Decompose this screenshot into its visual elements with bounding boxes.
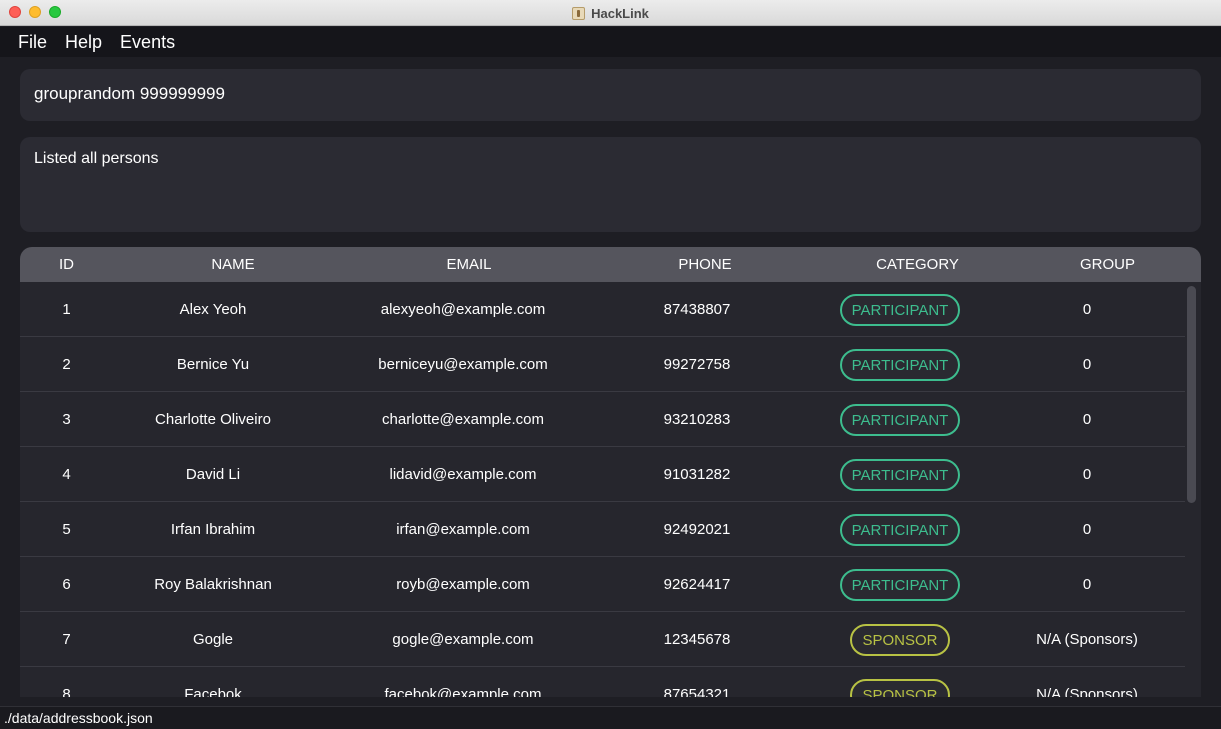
- cell-email: royb@example.com: [396, 576, 530, 593]
- category-badge: PARTICIPANT: [839, 458, 961, 491]
- app-icon: [572, 6, 586, 20]
- cell-email: facebok@example.com: [384, 686, 542, 697]
- cell-category: PARTICIPANT: [800, 282, 1000, 337]
- cell-group: 0: [1082, 576, 1092, 593]
- category-badge: PARTICIPANT: [839, 348, 961, 381]
- cell-id: 1: [62, 301, 71, 318]
- cell-id: 5: [62, 521, 71, 538]
- table-row[interactable]: 8 Facebok facebok@example.com 87654321 S…: [20, 667, 1187, 697]
- table-row[interactable]: 1 Alex Yeoh alexyeoh@example.com 8743880…: [20, 282, 1187, 337]
- cell-name: Roy Balakrishnan: [154, 576, 272, 593]
- cell-email: lidavid@example.com: [389, 466, 537, 483]
- category-badge: PARTICIPANT: [839, 293, 961, 326]
- result-display: Listed all persons: [20, 137, 1201, 232]
- command-box: [20, 69, 1201, 121]
- table-row[interactable]: 2 Bernice Yu berniceyu@example.com 99272…: [20, 337, 1187, 392]
- table-row[interactable]: 4 David Li lidavid@example.com 91031282 …: [20, 447, 1187, 502]
- cell-group: 0: [1082, 356, 1092, 373]
- cell-name: Alex Yeoh: [179, 301, 247, 318]
- column-header-category[interactable]: CATEGORY: [825, 247, 1010, 282]
- menu-help[interactable]: Help: [65, 32, 102, 53]
- cell-phone: 92492021: [663, 521, 731, 538]
- cell-group: 0: [1082, 466, 1092, 483]
- cell-email: irfan@example.com: [396, 521, 530, 538]
- cell-phone: 92624417: [663, 576, 731, 593]
- column-header-phone[interactable]: PHONE: [585, 247, 825, 282]
- result-text: Listed all persons: [34, 150, 159, 167]
- status-bar: ./data/addressbook.json: [0, 706, 1221, 729]
- cell-phone: 93210283: [663, 411, 731, 428]
- cell-phone: 99272758: [663, 356, 731, 373]
- category-badge: PARTICIPANT: [839, 403, 961, 436]
- cell-category: PARTICIPANT: [800, 392, 1000, 447]
- column-header-name[interactable]: NAME: [113, 247, 353, 282]
- cell-email: charlotte@example.com: [382, 411, 544, 428]
- cell-phone: 91031282: [663, 466, 731, 483]
- cell-id: 3: [62, 411, 71, 428]
- cell-phone: 87438807: [663, 301, 731, 318]
- cell-phone: 87654321: [663, 686, 731, 697]
- person-table: ID NAME EMAIL PHONE CATEGORY GROUP 1 Ale…: [20, 247, 1201, 697]
- cell-name: Facebok: [184, 686, 242, 697]
- cell-email: gogle@example.com: [392, 631, 534, 648]
- menu-bar: File Help Events: [0, 27, 1221, 57]
- menu-file[interactable]: File: [18, 32, 47, 53]
- table-row[interactable]: 3 Charlotte Oliveiro charlotte@example.c…: [20, 392, 1187, 447]
- table-row[interactable]: 6 Roy Balakrishnan royb@example.com 9262…: [20, 557, 1187, 612]
- cell-phone: 12345678: [663, 631, 731, 648]
- category-badge: PARTICIPANT: [839, 513, 961, 546]
- cell-email: berniceyu@example.com: [378, 356, 548, 373]
- cell-id: 7: [62, 631, 71, 648]
- menu-events[interactable]: Events: [120, 32, 175, 53]
- cell-category: SPONSOR: [800, 612, 1000, 667]
- cell-group: 0: [1082, 521, 1092, 538]
- cell-name: Charlotte Oliveiro: [155, 411, 271, 428]
- table-scrollbar[interactable]: [1185, 282, 1199, 697]
- cell-name: Irfan Ibrahim: [170, 521, 256, 538]
- title-bar: HackLink: [0, 0, 1221, 26]
- table-row[interactable]: 7 Gogle gogle@example.com 12345678 SPONS…: [20, 612, 1187, 667]
- cell-group: N/A (Sponsors): [1036, 686, 1138, 697]
- table-rows: 1 Alex Yeoh alexyeoh@example.com 8743880…: [20, 282, 1187, 697]
- cell-category: PARTICIPANT: [800, 447, 1000, 502]
- cell-group: 0: [1082, 411, 1092, 428]
- command-input[interactable]: [34, 84, 1184, 104]
- window-title: HackLink: [591, 5, 649, 21]
- cell-group: N/A (Sponsors): [1036, 631, 1138, 648]
- cell-id: 2: [62, 356, 71, 373]
- cell-category: PARTICIPANT: [800, 502, 1000, 557]
- cell-name: David Li: [185, 466, 241, 483]
- cell-category: PARTICIPANT: [800, 337, 1000, 392]
- window-title-wrap: HackLink: [0, 0, 1221, 26]
- category-badge: SPONSOR: [850, 678, 950, 697]
- category-badge: SPONSOR: [850, 623, 950, 656]
- cell-email: alexyeoh@example.com: [380, 301, 546, 318]
- column-header-id[interactable]: ID: [20, 247, 113, 282]
- cell-id: 6: [62, 576, 71, 593]
- cell-category: SPONSOR: [800, 667, 1000, 697]
- column-header-group[interactable]: GROUP: [1010, 247, 1201, 282]
- cell-name: Gogle: [192, 631, 234, 648]
- category-badge: PARTICIPANT: [839, 568, 961, 601]
- cell-id: 8: [62, 686, 71, 697]
- column-header-email[interactable]: EMAIL: [353, 247, 585, 282]
- table-header: ID NAME EMAIL PHONE CATEGORY GROUP: [20, 247, 1201, 282]
- cell-name: Bernice Yu: [176, 356, 250, 373]
- scrollbar-thumb[interactable]: [1187, 286, 1196, 503]
- data-file-path: ./data/addressbook.json: [4, 710, 153, 726]
- cell-group: 0: [1082, 301, 1092, 318]
- cell-id: 4: [62, 466, 71, 483]
- table-row[interactable]: 5 Irfan Ibrahim irfan@example.com 924920…: [20, 502, 1187, 557]
- cell-category: PARTICIPANT: [800, 557, 1000, 612]
